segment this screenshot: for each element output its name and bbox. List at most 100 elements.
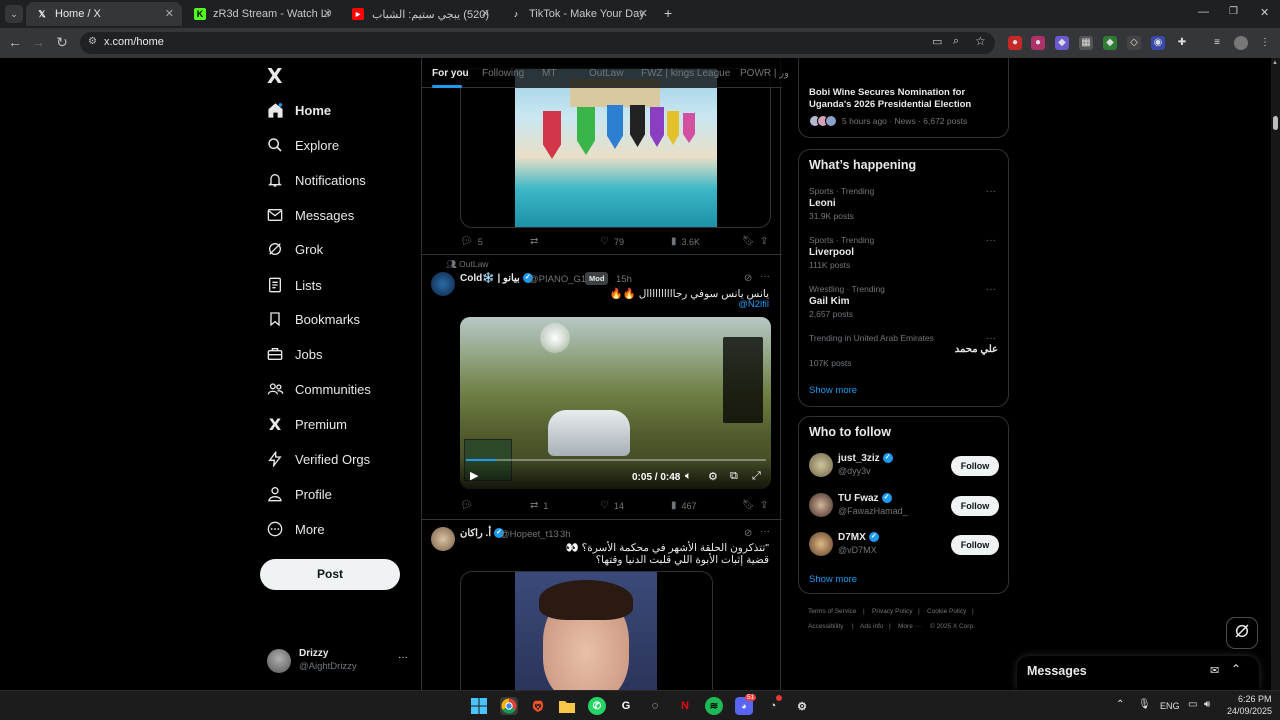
sidebar-item-lists[interactable]: Lists <box>266 270 322 300</box>
clock-date[interactable]: 24/09/2025 <box>1227 706 1272 716</box>
tab-close-icon[interactable]: ✕ <box>165 7 174 20</box>
zoom-icon[interactable]: ⌕ <box>953 35 959 48</box>
more-dots-icon[interactable]: ··· <box>986 333 996 344</box>
video-progress-track[interactable] <box>466 459 766 461</box>
grok-icon[interactable]: ⊘ <box>744 528 752 539</box>
show-more-link[interactable]: Show more <box>809 385 857 396</box>
expand-chevron-icon[interactable]: ⌃ <box>1231 662 1241 676</box>
more-dots-icon[interactable]: ··· <box>986 235 996 246</box>
sidebar-item-more[interactable]: More <box>266 514 325 544</box>
x-logo[interactable]: X <box>267 64 282 88</box>
follow-suggestion[interactable]: just_3ziz ✓ @dyy3v Follow <box>799 451 1008 481</box>
tweet-author-handle[interactable]: @Hopeet_t13 <box>500 529 559 540</box>
sidebar-item-explore[interactable]: Explore <box>266 130 339 160</box>
star-bookmark-icon[interactable]: ☆ <box>975 34 986 48</box>
fullscreen-icon[interactable]: ⤢ <box>752 470 761 483</box>
community-tag[interactable]: 👥︎ OutLaw <box>446 259 488 270</box>
tab-powr[interactable]: POWR | ور <box>740 68 789 79</box>
footer-ads-link[interactable]: Ads info <box>860 623 884 630</box>
tab-close-icon[interactable]: ✕ <box>481 7 490 20</box>
file-explorer-icon[interactable] <box>558 697 576 715</box>
page-scrollbar[interactable]: ▲ <box>1271 58 1280 690</box>
extension-green-shield-icon[interactable]: ◆ <box>1103 36 1117 50</box>
window-close-button[interactable]: ✕ <box>1260 6 1269 19</box>
sidebar-item-home[interactable]: Home <box>266 95 331 125</box>
tab-youtube[interactable]: ▶ (520) يبجي ستيم: الشباب معصب ✕ <box>342 2 498 26</box>
sidebar-item-verified-orgs[interactable]: Verified Orgs <box>266 444 370 474</box>
whatsapp-icon[interactable]: ✆ <box>588 697 606 715</box>
post-button[interactable]: Post <box>260 559 400 590</box>
trend-item[interactable]: Sports · Trending Leoni 31.9K posts ··· <box>799 180 1008 224</box>
account-switcher[interactable]: Drizzy @AightDrizzy ··· <box>262 643 412 679</box>
address-bar[interactable]: ⚙ x.com/home ▭ ⌕ ☆ <box>80 32 995 54</box>
extension-diamond-icon[interactable]: ◇ <box>1127 36 1141 50</box>
grok-floating-button[interactable] <box>1226 617 1258 649</box>
retweet-action[interactable]: ⇄ <box>530 236 543 247</box>
forward-arrow-icon[interactable]: → <box>29 34 47 50</box>
tweet-image-frame[interactable] <box>460 571 713 690</box>
trend-item[interactable]: Wrestling · Trending Gail Kim 2,657 post… <box>799 279 1008 323</box>
sidebar-item-bookmarks[interactable]: Bookmarks <box>266 304 360 334</box>
trend-item[interactable]: Trending in United Arab Emirates علي محم… <box>799 328 1008 372</box>
sidebar-item-jobs[interactable]: Jobs <box>266 339 322 369</box>
sidebar-item-notifications[interactable]: Notifications <box>266 165 366 195</box>
more-dots-icon[interactable]: ··· <box>760 271 770 282</box>
footer-accessibility-link[interactable]: Accessibility <box>808 623 843 630</box>
bookmark-action[interactable]: 🔖︎ <box>742 500 760 511</box>
tab-search-button[interactable]: ⌄ <box>5 5 23 23</box>
share-action[interactable]: ⇪ <box>760 500 773 511</box>
avatar[interactable] <box>431 527 455 551</box>
mention-link[interactable]: @N2lfil <box>738 299 769 310</box>
windows-start-icon[interactable] <box>470 697 488 715</box>
tab-close-icon[interactable]: ✕ <box>639 7 648 20</box>
pip-icon[interactable]: ⧉ <box>730 470 738 483</box>
share-action[interactable]: ⇪ <box>760 236 773 247</box>
tab-x-home[interactable]: 𝕏 Home / X ✕ <box>26 2 182 26</box>
profile-avatar-icon[interactable] <box>1234 36 1248 50</box>
extension-grid-icon[interactable]: ▦ <box>1079 36 1093 50</box>
tab-following[interactable]: Following <box>482 68 524 79</box>
retweet-action[interactable]: ⇄ 1 <box>530 500 548 511</box>
more-dots-icon[interactable]: ··· <box>760 526 770 537</box>
news-panel[interactable]: Bobi Wine Secures Nomination for Uganda'… <box>798 58 1009 138</box>
tab-kick[interactable]: K zR3d Stream - Watch Live on Kick ✕ <box>184 2 340 26</box>
follow-button[interactable]: Follow <box>951 496 999 516</box>
like-action[interactable]: ♡ 14 <box>600 500 624 511</box>
tab-for-you[interactable]: For you <box>432 68 469 79</box>
app-g-icon[interactable]: G <box>617 697 635 715</box>
scrollbar-thumb[interactable] <box>1273 116 1278 130</box>
follow-button[interactable]: Follow <box>951 535 999 555</box>
play-icon[interactable]: ▶ <box>470 469 478 482</box>
spotify-icon[interactable]: ≋ <box>705 697 723 715</box>
more-dots-icon[interactable]: ··· <box>398 652 408 663</box>
grok-icon[interactable]: ⊘ <box>744 273 752 284</box>
avatar[interactable] <box>431 272 455 296</box>
tray-chevron-icon[interactable]: ⌃ <box>1116 699 1124 710</box>
chrome-icon[interactable] <box>500 697 518 715</box>
tab-tiktok[interactable]: ♪ TikTok - Make Your Day ✕ <box>500 2 656 26</box>
news-headline[interactable]: Bobi Wine Secures Nomination for Uganda'… <box>809 87 989 111</box>
settings-gear-icon[interactable]: ⚙ <box>708 470 718 483</box>
messages-drawer[interactable]: Messages ✉ ⌃ <box>1017 656 1259 690</box>
extension-red-icon[interactable]: ● <box>1008 36 1022 50</box>
new-tab-button[interactable]: + <box>664 5 672 21</box>
bookmark-action[interactable]: 🔖︎ <box>742 236 760 247</box>
follow-suggestion[interactable]: D7MX ✓ @vD7MX Follow <box>799 530 1008 560</box>
extension-eye-icon[interactable]: ◉ <box>1151 36 1165 50</box>
back-arrow-icon[interactable]: ← <box>6 34 24 50</box>
tab-close-icon[interactable]: ✕ <box>323 7 332 20</box>
extensions-puzzle-icon[interactable]: ✚ <box>1175 36 1189 50</box>
footer-terms-link[interactable]: Terms of Service <box>808 608 856 615</box>
footer-more-link[interactable]: More ··· <box>898 623 921 630</box>
microphone-icon[interactable]: 🎙︎ <box>1138 699 1151 710</box>
tweet-author-handle[interactable]: @PIANO_G1 <box>529 274 586 285</box>
tweet-author-name[interactable]: Cold❄️ | بيانو ✓ <box>460 273 536 284</box>
extension-shield-icon[interactable]: ◆ <box>1055 36 1069 50</box>
tweet-time[interactable]: 15h <box>616 274 632 285</box>
reply-action[interactable]: 💬︎ <box>460 500 478 511</box>
clock-time[interactable]: 6:26 PM <box>1238 694 1272 704</box>
trend-item[interactable]: Sports · Trending Liverpool 111K posts ·… <box>799 230 1008 274</box>
footer-privacy-link[interactable]: Privacy Policy <box>872 608 912 615</box>
network-icon[interactable]: ▭ <box>1188 699 1197 710</box>
app-loop-icon[interactable]: ◌ <box>646 697 664 715</box>
